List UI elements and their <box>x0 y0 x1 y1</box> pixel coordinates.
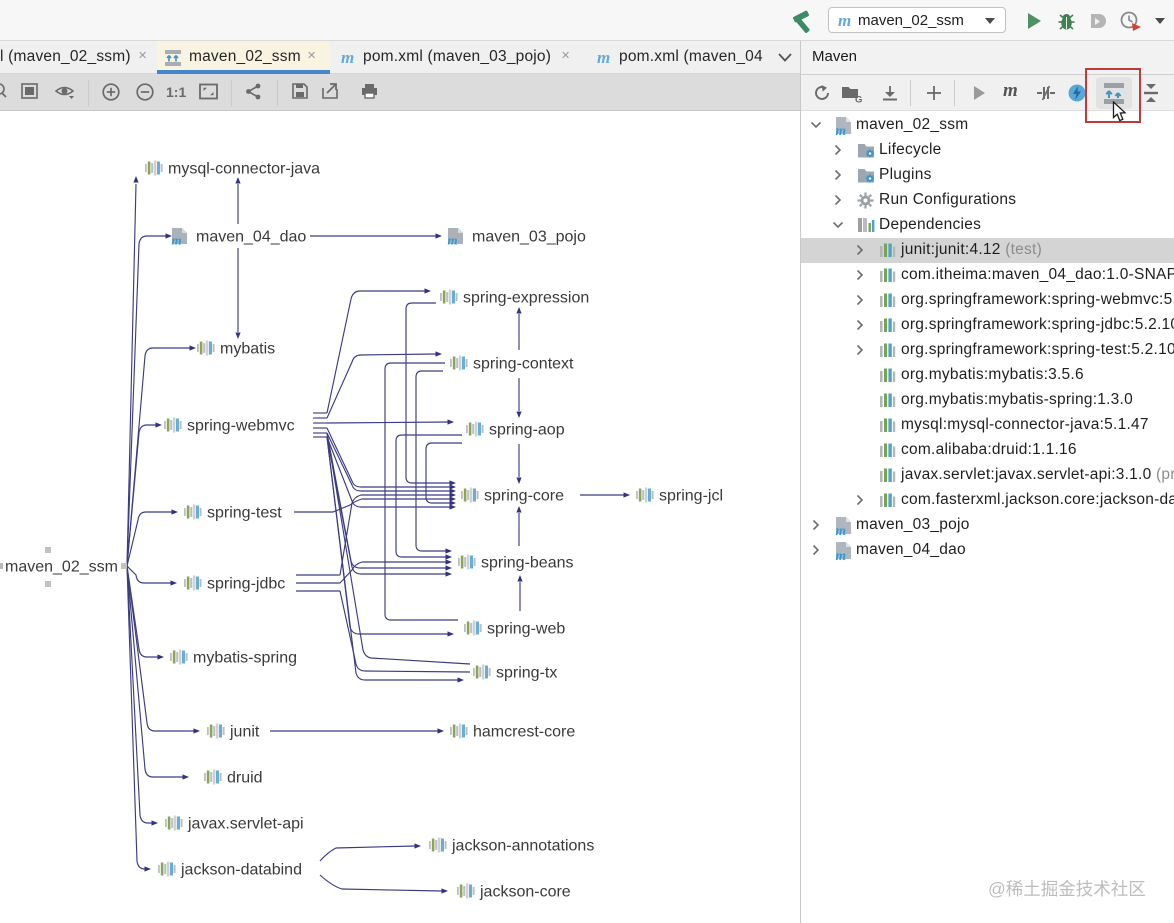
svg-text:jackson-core: jackson-core <box>479 884 571 901</box>
svg-text:jackson-databind: jackson-databind <box>180 862 302 879</box>
svg-text:m: m <box>836 123 847 135</box>
svg-text:maven_03_pojo: maven_03_pojo <box>472 229 586 246</box>
svg-text:G: G <box>855 95 862 104</box>
svg-text:spring-core: spring-core <box>484 488 564 505</box>
svg-text:spring-context: spring-context <box>473 356 574 373</box>
svg-text:spring-jdbc: spring-jdbc <box>207 576 285 593</box>
svg-text:maven_04_dao: maven_04_dao <box>196 229 306 246</box>
svg-text:mysql-connector-java: mysql-connector-java <box>168 161 320 178</box>
svg-text:spring-aop: spring-aop <box>489 422 565 439</box>
svg-text:m: m <box>448 233 458 248</box>
svg-text:m: m <box>836 523 847 535</box>
svg-text:spring-tx: spring-tx <box>496 665 557 682</box>
svg-text:maven_02_ssm: maven_02_ssm <box>5 559 118 576</box>
svg-text:spring-webmvc: spring-webmvc <box>187 418 295 435</box>
svg-text:jackson-annotations: jackson-annotations <box>451 838 594 855</box>
svg-text:spring-test: spring-test <box>207 505 282 522</box>
svg-text:javax.servlet-api: javax.servlet-api <box>187 816 304 833</box>
svg-text:spring-beans: spring-beans <box>481 555 574 572</box>
svg-text:m: m <box>172 233 182 248</box>
svg-text:mybatis: mybatis <box>220 341 275 358</box>
svg-text:mybatis-spring: mybatis-spring <box>193 650 297 667</box>
svg-text:spring-jcl: spring-jcl <box>659 488 723 505</box>
svg-text:spring-web: spring-web <box>487 621 565 638</box>
svg-text:hamcrest-core: hamcrest-core <box>473 724 575 741</box>
svg-text:m: m <box>836 548 847 560</box>
svg-text:spring-expression: spring-expression <box>463 290 589 307</box>
svg-text:druid: druid <box>227 770 263 787</box>
svg-text:junit: junit <box>229 724 260 741</box>
